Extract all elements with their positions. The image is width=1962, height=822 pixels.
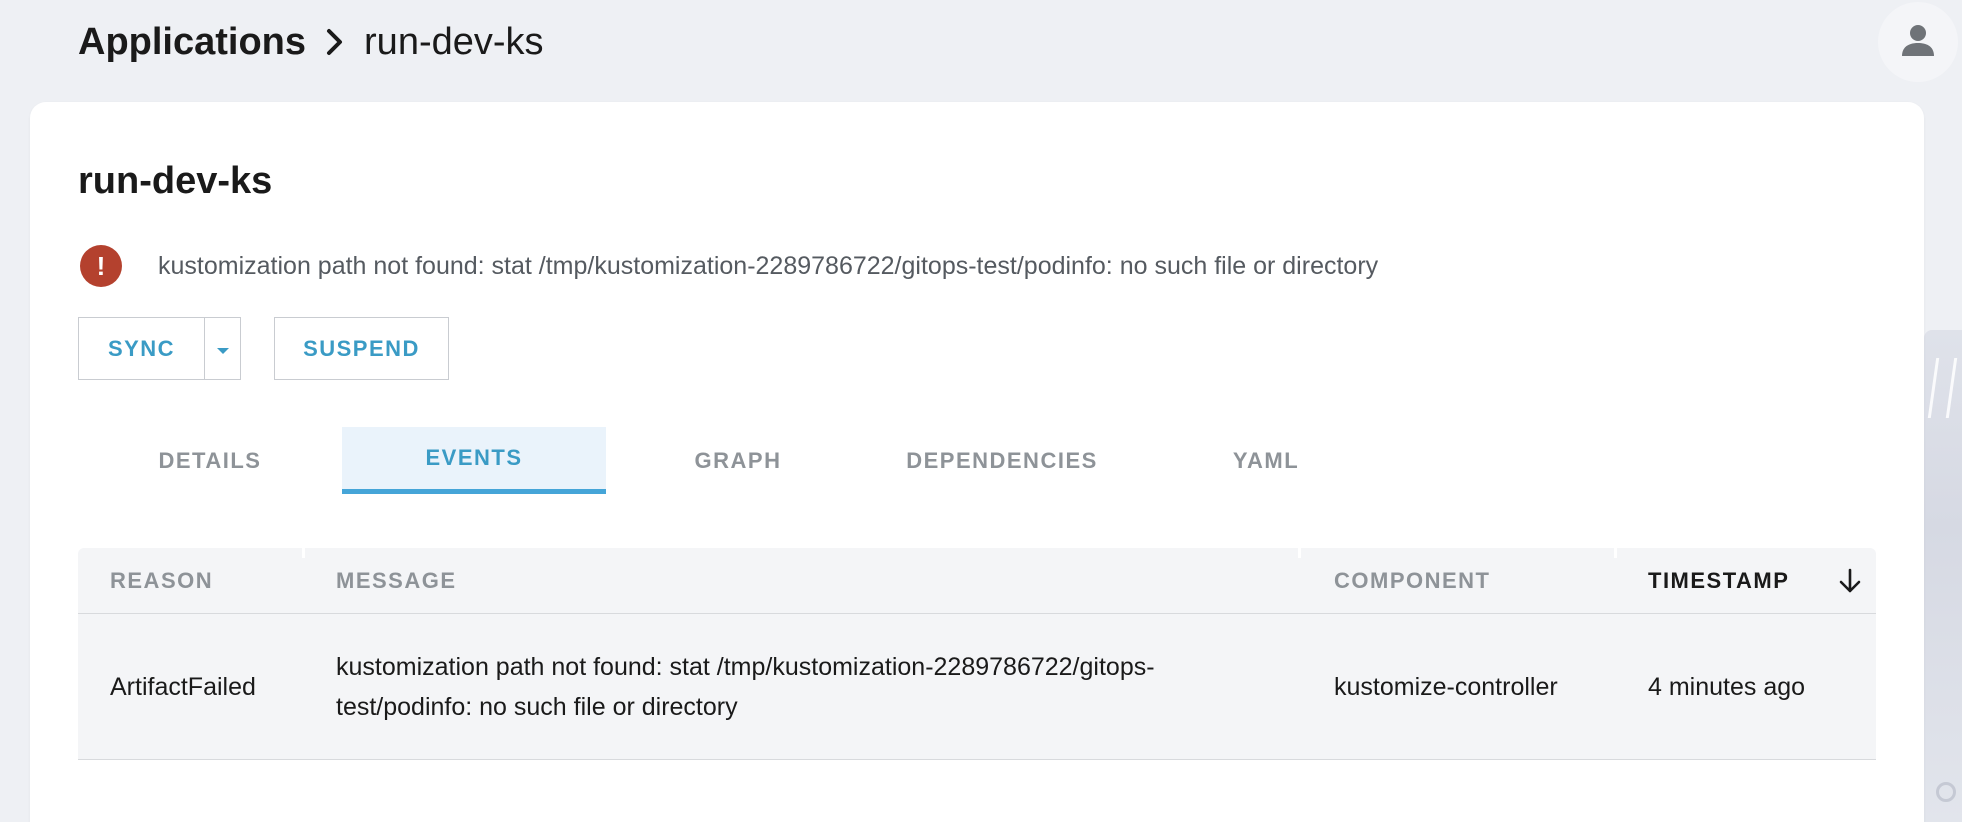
suspend-button[interactable]: SUSPEND: [274, 317, 449, 380]
page-title: run-dev-ks: [78, 160, 273, 202]
table-row: ArtifactFailed kustomization path not fo…: [78, 614, 1876, 760]
main-card: run-dev-ks ! kustomization path not foun…: [30, 102, 1924, 822]
cell-reason: ArtifactFailed: [110, 673, 256, 701]
tab-details[interactable]: DETAILS: [78, 427, 342, 494]
user-menu-button[interactable]: [1878, 2, 1958, 82]
column-header-timestamp[interactable]: TIMESTAMP: [1648, 548, 1789, 614]
tab-yaml[interactable]: YAML: [1134, 427, 1398, 494]
arrow-down-icon[interactable]: [1838, 568, 1862, 599]
breadcrumb-current: run-dev-ks: [364, 20, 544, 63]
sync-button[interactable]: SYNC: [78, 317, 205, 380]
user-icon: [1898, 20, 1938, 65]
column-header-component[interactable]: COMPONENT: [1334, 548, 1491, 614]
chevron-right-icon: [324, 27, 346, 57]
events-table: REASON MESSAGE COMPONENT TIMESTAMP Artif…: [78, 548, 1876, 760]
alert-message: kustomization path not found: stat /tmp/…: [158, 251, 1379, 280]
tab-bar: DETAILS EVENTS GRAPH DEPENDENCIES YAML: [78, 427, 1928, 494]
column-header-reason[interactable]: REASON: [110, 548, 213, 614]
sync-options-button[interactable]: [205, 317, 241, 380]
cell-component: kustomize-controller: [1334, 673, 1558, 701]
column-header-message[interactable]: MESSAGE: [336, 548, 457, 614]
top-bar: Applications run-dev-ks: [0, 0, 1962, 100]
tab-events[interactable]: EVENTS: [342, 427, 606, 494]
error-icon: !: [80, 245, 122, 287]
table-header: REASON MESSAGE COMPONENT TIMESTAMP: [78, 548, 1876, 614]
tab-dependencies[interactable]: DEPENDENCIES: [870, 427, 1134, 494]
background-artwork: [1924, 330, 1962, 822]
breadcrumb-applications-link[interactable]: Applications: [78, 21, 306, 64]
caret-down-icon: [216, 336, 230, 362]
breadcrumb: Applications run-dev-ks: [78, 18, 544, 66]
tab-graph[interactable]: GRAPH: [606, 427, 870, 494]
cell-timestamp: 4 minutes ago: [1648, 673, 1806, 701]
error-alert: ! kustomization path not found: stat /tm…: [80, 244, 1378, 288]
cell-message: kustomization path not found: stat /tmp/…: [336, 653, 1155, 721]
